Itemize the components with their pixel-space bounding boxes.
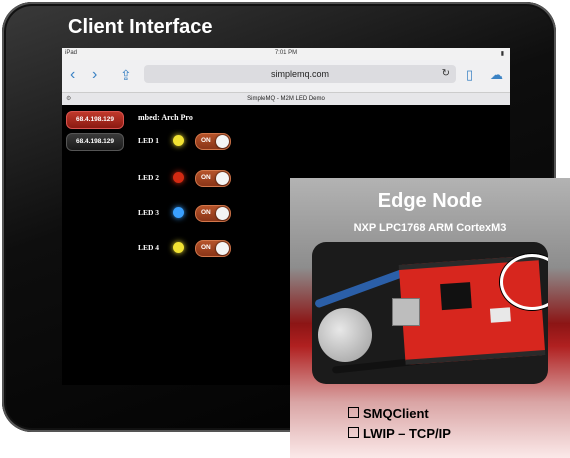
device-name: mbed: Arch Pro	[138, 113, 193, 122]
url-bar[interactable]: simplemq.com ↻	[144, 65, 456, 83]
forward-icon[interactable]: ›	[92, 67, 97, 83]
feature-item: SMQClient	[348, 406, 429, 421]
led-indicator-icon	[173, 135, 184, 146]
checkbox-icon	[348, 427, 359, 438]
ip-button[interactable]: 68.4.198.129	[66, 133, 124, 151]
browser-toolbar: ‹ › ⇪ simplemq.com ↻ ▯ ☁	[62, 60, 510, 93]
back-icon[interactable]: ‹	[70, 67, 75, 83]
battery-icon: ▮	[500, 51, 504, 57]
toggle-knob	[216, 207, 229, 220]
chip	[489, 307, 511, 323]
led-toggle[interactable]: ON	[195, 205, 231, 222]
bookmarks-icon[interactable]: ▯	[466, 67, 473, 83]
toggle-label: ON	[201, 137, 211, 144]
coin	[318, 308, 372, 362]
led-toggle[interactable]: ON	[195, 133, 231, 150]
feature-label: LWIP – TCP/IP	[363, 426, 451, 441]
frame-title: Client Interface	[68, 16, 213, 38]
toggle-knob	[216, 172, 229, 185]
edge-node-subtitle: NXP LPC1768 ARM CortexM3	[353, 222, 507, 234]
edge-node-panel: Edge Node NXP LPC1768 ARM CortexM3 SMQCl…	[290, 178, 570, 458]
reload-icon[interactable]: ↻	[442, 65, 450, 83]
led-indicator-icon	[173, 172, 184, 183]
chip	[440, 282, 472, 311]
status-bar: iPad 7:01 PM ▮	[62, 48, 510, 60]
toggle-label: ON	[201, 209, 211, 216]
feature-label: SMQClient	[363, 406, 429, 421]
header-pins	[405, 350, 546, 365]
ip-button-active[interactable]: 68.4.198.129	[66, 111, 124, 129]
led-label: LED 1	[138, 136, 160, 145]
led-label: LED 2	[138, 173, 160, 182]
toggle-label: ON	[201, 174, 211, 181]
checkbox-icon	[348, 407, 359, 418]
cloud-icon[interactable]: ☁	[490, 67, 503, 83]
feature-item: LWIP – TCP/IP	[348, 426, 451, 441]
led-toggle[interactable]: ON	[195, 170, 231, 187]
toggle-knob	[216, 242, 229, 255]
rj45-connector	[392, 298, 420, 326]
status-time: 7:01 PM	[274, 50, 298, 56]
board-photo	[312, 242, 548, 384]
led-indicator-icon	[173, 242, 184, 253]
share-icon[interactable]: ⇪	[120, 67, 132, 83]
led-label: LED 3	[138, 208, 160, 217]
led-indicator-icon	[173, 207, 184, 218]
edge-node-title: Edge Node	[377, 190, 483, 212]
gear-icon[interactable]: ⚙	[66, 93, 71, 105]
led-label: LED 4	[138, 243, 160, 252]
url-text: simplemq.com	[270, 69, 329, 79]
toggle-label: ON	[201, 244, 211, 251]
page-title: SimpleMQ - M2M LED Demo	[247, 96, 325, 102]
toggle-knob	[216, 135, 229, 148]
led-toggle[interactable]: ON	[195, 240, 231, 257]
